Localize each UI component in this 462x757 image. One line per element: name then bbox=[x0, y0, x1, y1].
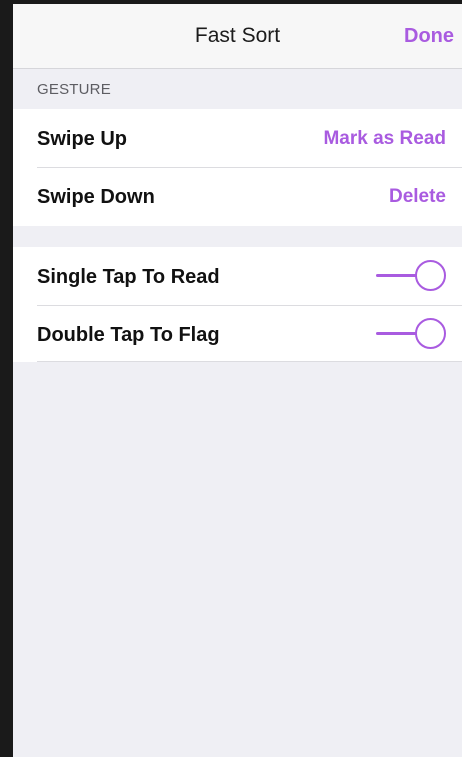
toggle-track bbox=[376, 274, 420, 277]
toggle-track bbox=[376, 332, 420, 335]
settings-screen: Fast Sort Done GESTURE Swipe Up Mark as … bbox=[13, 4, 462, 757]
double-tap-toggle[interactable] bbox=[376, 318, 446, 350]
single-tap-row: Single Tap To Read bbox=[13, 247, 462, 305]
swipe-down-value: Delete bbox=[388, 186, 446, 207]
single-tap-toggle[interactable] bbox=[376, 260, 446, 292]
navigation-bar: Fast Sort Done bbox=[13, 4, 462, 69]
swipe-up-label: Swipe Up bbox=[37, 128, 128, 150]
swipe-down-label: Swipe Down bbox=[37, 186, 155, 208]
device-frame-left bbox=[0, 0, 13, 757]
toggle-knob bbox=[415, 260, 446, 291]
swipe-down-row[interactable]: Swipe Down Delete bbox=[13, 167, 462, 225]
done-button[interactable]: Done bbox=[404, 25, 454, 48]
swipe-up-value: Mark as Read bbox=[323, 128, 446, 149]
double-tap-label: Double Tap To Flag bbox=[37, 324, 220, 346]
gesture-group: Swipe Up Mark as Read Swipe Down Delete bbox=[13, 109, 462, 226]
page-title: Fast Sort bbox=[194, 24, 281, 47]
section-header-label: GESTURE bbox=[37, 81, 111, 98]
tap-options-group: Single Tap To Read Double Tap To Flag bbox=[13, 247, 462, 362]
section-header-gesture: GESTURE bbox=[13, 69, 462, 109]
group-bottom-divider bbox=[37, 361, 462, 362]
double-tap-row: Double Tap To Flag bbox=[13, 305, 462, 363]
swipe-up-row[interactable]: Swipe Up Mark as Read bbox=[13, 109, 462, 167]
single-tap-label: Single Tap To Read bbox=[37, 266, 220, 288]
toggle-knob bbox=[415, 318, 446, 349]
